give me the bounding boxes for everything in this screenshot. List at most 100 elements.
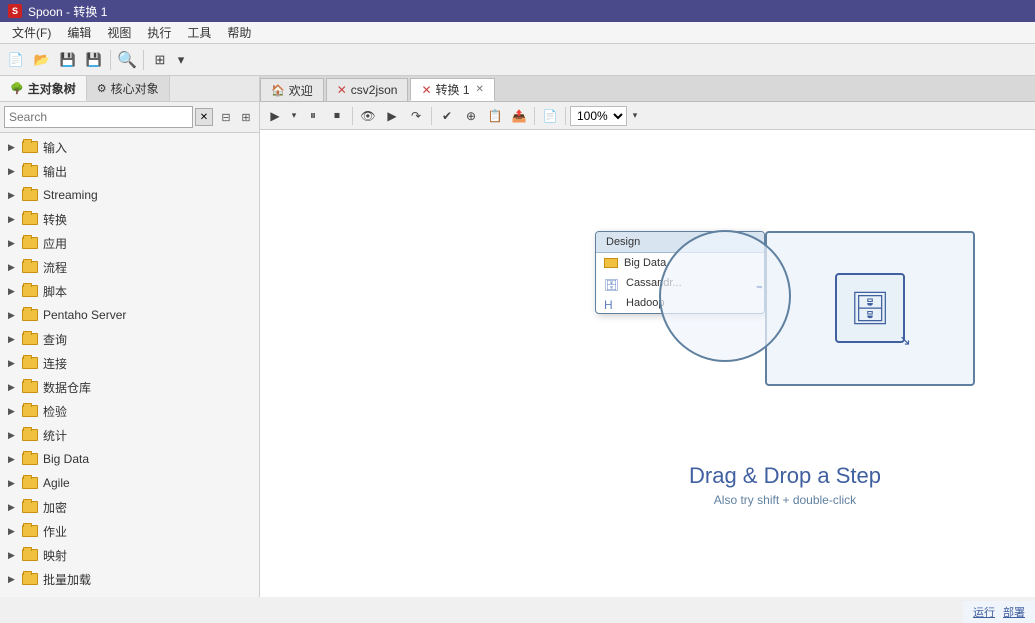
save-btn[interactable]: 💾 [56,48,80,72]
drag-text: Drag & Drop a Step Also try shift + doub… [689,463,881,507]
tree-label: 统计 [43,427,67,444]
debug-run-btn[interactable]: ▶ [381,105,403,127]
zoom-dropdown[interactable]: ▾ [629,105,641,127]
arrow-icon: ▶ [8,190,22,201]
tree-item-streaming[interactable]: ▶ Streaming [0,183,259,207]
menu-run[interactable]: 执行 [139,22,179,43]
folder-icon [22,477,38,489]
stop-btn[interactable]: ⏹ [326,105,348,127]
status-links: 运行 部署 [963,601,1035,623]
canvas-toolbar: ▶ ▾ ⏸ ⏹ 👁 ▶ ↷ ✔ ⊕ 📋 📤 📄 100% 75% 50% 150… [260,102,1035,130]
tree-list: ▶ 输入 ▶ 输出 ▶ Streaming ▶ 转换 ▶ [0,133,259,597]
arrow-icon: ▶ [8,382,22,393]
toolbar-sep-1 [110,50,111,70]
run-btn[interactable]: ▶ [264,105,286,127]
export-btn[interactable]: 📤 [508,105,530,127]
tree-item-bulk[interactable]: ▶ 批量加载 [0,567,259,591]
tab-main-tree[interactable]: 🌳 主对象树 [0,76,87,101]
verify-btn[interactable]: ✔ [436,105,458,127]
canvas: Design Big Data 🗄 Cassandr... H Hadoop [260,130,1035,597]
welcome-icon: 🏠 [271,84,285,97]
arrow-icon: ▶ [8,286,22,297]
tree-item-query[interactable]: ▶ 查询 [0,327,259,351]
show-log-btn[interactable]: 📄 [539,105,561,127]
arrow-icon: ▶ [8,166,22,177]
arrow-icon: ▶ [8,574,22,585]
tree-item-dw[interactable]: ▶ 数据仓库 [0,375,259,399]
window-title: Spoon - 转换 1 [28,3,107,20]
tree-label: 查询 [43,331,67,348]
tree-item-apps[interactable]: ▶ 应用 [0,231,259,255]
menu-tools[interactable]: 工具 [179,22,219,43]
tree-item-mapping[interactable]: ▶ 映射 [0,543,259,567]
folder-icon [22,381,38,393]
folder-icon [22,261,38,273]
tree-item-agile[interactable]: ▶ Agile [0,471,259,495]
tab-transform1[interactable]: ✕ 转换 1 ✕ [410,78,494,101]
folder-icon [22,549,38,561]
tree-item-input[interactable]: ▶ 输入 [0,135,259,159]
search-input[interactable] [4,106,193,128]
tree-label: 转换 [43,211,67,228]
menu-bar: 文件(F) 编辑 视图 执行 工具 帮助 [0,22,1035,44]
menu-help[interactable]: 帮助 [219,22,259,43]
tree-item-bigdata[interactable]: ▶ Big Data [0,447,259,471]
layers-btn[interactable]: ⊞ [148,48,172,72]
tree-item-job[interactable]: ▶ 作业 [0,519,259,543]
arrow-icon: ▶ [8,334,22,345]
expand-tree-icon[interactable]: ⊞ [237,108,255,126]
tree-label: Pentaho Server [43,308,126,322]
folder-icon [22,357,38,369]
tree-label: 应用 [43,235,67,252]
status-deploy-link[interactable]: 部署 [1003,604,1025,620]
toolbar-sep-2 [143,50,144,70]
run-dropdown[interactable]: ▾ [288,105,300,127]
tab-core-objects[interactable]: ⚙ 核心对象 [87,76,170,101]
folder-icon [22,237,38,249]
menu-file[interactable]: 文件(F) [4,22,59,43]
collapse-tree-icon[interactable]: ⊟ [217,108,235,126]
explore-btn[interactable]: 🔍 [115,48,139,72]
tree-item-verify[interactable]: ▶ 检验 [0,399,259,423]
tree-item-encrypt[interactable]: ▶ 加密 [0,495,259,519]
new-file-btn[interactable]: 📄 [4,48,28,72]
status-run-link[interactable]: 运行 [973,604,995,620]
title-bar: S Spoon - 转换 1 [0,0,1035,22]
tab-csv2json[interactable]: ✕ csv2json [326,78,409,101]
tree-item-pentaho[interactable]: ▶ Pentaho Server [0,303,259,327]
tree-item-stats[interactable]: ▶ 统计 [0,423,259,447]
folder-icon [22,213,38,225]
menu-edit[interactable]: 编辑 [59,22,99,43]
arrow-icon: ▶ [8,238,22,249]
tree-label: 连接 [43,355,67,372]
arrow-icon: ▶ [8,454,22,465]
arrow-icon: ▶ [8,310,22,321]
circle-overlay [655,226,795,366]
folder-icon [22,309,38,321]
sql-btn[interactable]: 📋 [484,105,506,127]
tree-item-script[interactable]: ▶ 脚本 [0,279,259,303]
menu-view[interactable]: 视图 [99,22,139,43]
pause-btn[interactable]: ⏸ [302,105,324,127]
search-icons: ⊟ ⊞ [217,108,255,126]
open-file-btn[interactable]: 📂 [30,48,54,72]
tree-item-connect[interactable]: ▶ 连接 [0,351,259,375]
search-clear-btn[interactable]: ✕ [195,108,213,126]
tree-item-output[interactable]: ▶ 输出 [0,159,259,183]
tab-close-icon[interactable]: ✕ [476,84,484,95]
tab-welcome[interactable]: 🏠 欢迎 [260,78,324,101]
tree-label: Big Data [43,452,89,466]
arrow-icon: ▶ [8,358,22,369]
zoom-select[interactable]: 100% 75% 50% 150% 200% [570,106,627,126]
illustration: Design Big Data 🗄 Cassandr... H Hadoop [595,221,975,451]
layers-dropdown[interactable]: ▾ [174,48,188,72]
db-small-icon: 🗄 [604,278,620,288]
save-as-btn[interactable]: 💾 [82,48,106,72]
impact-btn[interactable]: ⊕ [460,105,482,127]
tree-item-transform[interactable]: ▶ 转换 [0,207,259,231]
step-btn[interactable]: ↷ [405,105,427,127]
tree-label: 输入 [43,139,67,156]
folder-small-icon [604,258,618,268]
preview-btn[interactable]: 👁 [357,105,379,127]
tree-item-flow[interactable]: ▶ 流程 [0,255,259,279]
